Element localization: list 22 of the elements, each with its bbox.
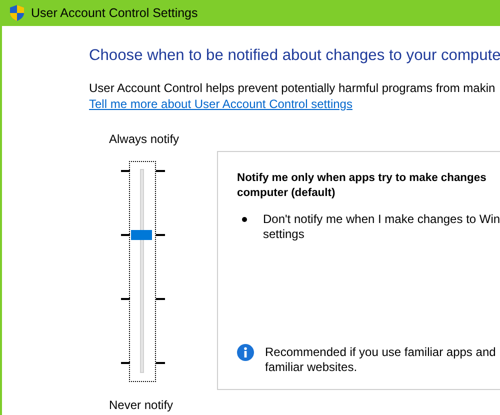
slider-thumb[interactable]: [131, 230, 152, 240]
shield-icon: [10, 5, 24, 21]
bullet-text: Don't notify me when I make changes to Win settings: [263, 212, 500, 242]
tick-mark: [121, 170, 130, 172]
tick-mark: [156, 170, 165, 172]
always-notify-label: Always notify: [109, 132, 180, 146]
notification-slider[interactable]: [129, 161, 156, 382]
description: User Account Control helps prevent potentially harmful programs from makin: [89, 81, 496, 95]
tick-mark: [156, 298, 165, 300]
recommendation-text: Recommended if you use familiar apps and familiar websites.: [265, 345, 496, 375]
heading: Choose when to be notified about changes to your compute: [89, 47, 500, 65]
setting-title: Notify me only when apps try to make changes computer (default): [237, 171, 486, 201]
bullet-icon: [242, 217, 247, 222]
tick-mark: [121, 362, 130, 364]
tick-mark: [156, 362, 165, 364]
tick-mark: [156, 234, 165, 236]
never-notify-label: Never notify: [109, 398, 174, 412]
tick-mark: [121, 298, 130, 300]
info-icon: [237, 344, 254, 361]
window-title: User Account Control Settings: [31, 6, 198, 20]
tick-mark: [121, 234, 130, 236]
help-link[interactable]: Tell me more about User Account Control settings: [89, 97, 352, 111]
